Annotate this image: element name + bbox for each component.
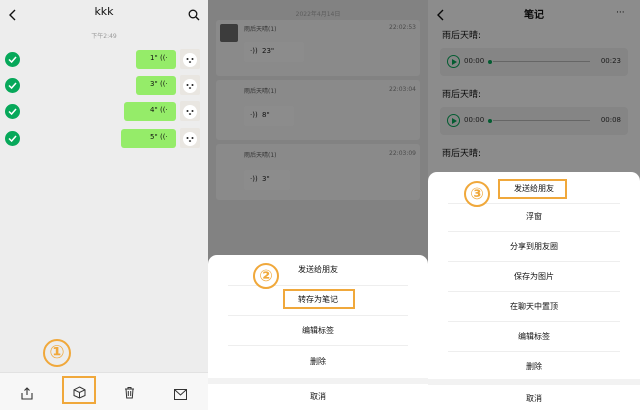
menu-float-window[interactable]: 浮窗: [428, 211, 640, 222]
menu-delete[interactable]: 删除: [208, 356, 428, 367]
chat-history-panel: 2022年4月14日 雨后天晴(1) 22:02:53 ·)) 23" 雨后天晴…: [208, 0, 428, 410]
menu-pin-chat[interactable]: 在聊天中置顶: [428, 301, 640, 312]
note-panel: 笔记 ··· 雨后天晴: 00:00 00:23 雨后天晴: 00:00 00:…: [428, 0, 640, 410]
voice-wave-icon: ((·: [160, 80, 168, 88]
voice-bubble[interactable]: 1" ((·: [136, 50, 176, 69]
action-sheet: 发送给朋友 浮窗 分享到朋友圈 保存为图片 在聊天中置顶 编辑标签 删除 取消: [428, 172, 640, 410]
chat-title: kkk: [94, 5, 114, 18]
voice-duration: 3": [150, 80, 158, 88]
avatar[interactable]: [180, 49, 200, 69]
menu-cancel[interactable]: 取消: [208, 391, 428, 402]
selected-check-icon[interactable]: [5, 52, 20, 67]
voice-duration: 4": [150, 106, 158, 114]
avatar[interactable]: [180, 128, 200, 148]
step-marker: ①: [43, 339, 71, 367]
voice-bubble[interactable]: 4" ((·: [124, 102, 176, 121]
selected-check-icon[interactable]: [5, 131, 20, 146]
sheet-gap: [208, 378, 428, 384]
mail-icon[interactable]: [174, 385, 187, 404]
voice-duration: 5": [150, 133, 158, 141]
menu-save-image[interactable]: 保存为图片: [428, 271, 640, 282]
menu-share-moments[interactable]: 分享到朋友圈: [428, 241, 640, 252]
divider: [228, 345, 408, 346]
menu-send-to-friend[interactable]: 发送给朋友: [428, 183, 640, 194]
step-marker: ③: [464, 181, 490, 207]
avatar[interactable]: [180, 75, 200, 95]
favorite-cube-icon[interactable]: [73, 384, 86, 403]
chat-timestamp: 下午2:49: [91, 33, 117, 40]
action-sheet: 发送给朋友 转存为笔记 编辑标签 删除 取消: [208, 255, 428, 410]
chat-panel: kkk 下午2:49 1" ((· 3" ((· 4" ((· 5" ((· ①: [0, 0, 208, 410]
menu-edit-tags[interactable]: 编辑标签: [428, 331, 640, 342]
selected-check-icon[interactable]: [5, 78, 20, 93]
menu-edit-tags[interactable]: 编辑标签: [208, 325, 428, 336]
menu-cancel[interactable]: 取消: [428, 393, 640, 404]
voice-wave-icon: ((·: [160, 106, 168, 114]
menu-save-as-note[interactable]: 转存为笔记: [208, 294, 428, 305]
menu-send-to-friend[interactable]: 发送给朋友: [208, 264, 428, 275]
voice-wave-icon: ((·: [160, 133, 168, 141]
avatar[interactable]: [180, 101, 200, 121]
divider: [448, 291, 620, 292]
step-marker: ②: [253, 263, 279, 289]
voice-duration: 1": [150, 54, 158, 62]
search-icon[interactable]: [188, 6, 200, 21]
divider: [448, 321, 620, 322]
divider: [448, 351, 620, 352]
delete-icon[interactable]: [124, 384, 135, 403]
selected-check-icon[interactable]: [5, 104, 20, 119]
divider: [228, 315, 408, 316]
voice-wave-icon: ((·: [160, 54, 168, 62]
divider: [228, 285, 408, 286]
multi-select-toolbar: [0, 372, 208, 410]
divider: [448, 261, 620, 262]
divider: [448, 231, 620, 232]
sheet-gap: [428, 379, 640, 385]
voice-bubble[interactable]: 5" ((·: [121, 129, 176, 148]
share-icon[interactable]: [21, 385, 33, 404]
menu-delete[interactable]: 删除: [428, 361, 640, 372]
voice-bubble[interactable]: 3" ((·: [136, 76, 176, 95]
